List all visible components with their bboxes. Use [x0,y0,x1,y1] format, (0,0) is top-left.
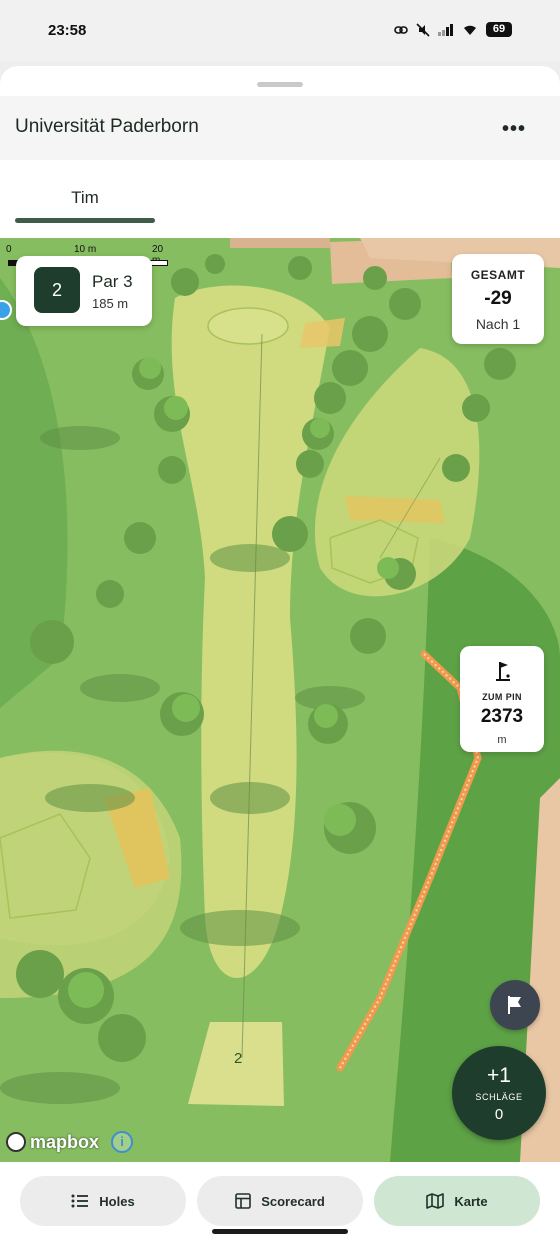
mapbox-wordmark: mapbox [30,1131,100,1152]
hole-par: Par 3 [92,272,133,291]
distance-to-pin-card: ZUM PIN 2373 m [460,646,544,752]
sheet-grabber[interactable] [257,82,303,87]
status-time: 23:58 [48,22,87,39]
course-title: Universität Paderborn [15,116,199,137]
strokes-count: 0 [494,1106,504,1123]
table-icon [235,1193,252,1209]
nav-holes-label: Holes [99,1193,135,1209]
course-map[interactable]: 0 10 m 2 0 m 2 Par 3 185 m GESAMT -29 Nac… [0,238,560,1162]
add-stroke-button[interactable]: +1 SCHLÄGE 0 [452,1046,546,1140]
total-sub: Nach 1 [475,316,521,332]
flag-icon [508,996,521,1014]
add-stroke-label: +1 [487,1064,511,1087]
map-icon [426,1193,445,1209]
bottom-navigation: Holes Scorecard Karte [0,1162,560,1247]
mapbox-attribution: mapbox i [6,1130,134,1154]
strokes-label: SCHLÄGE [475,1092,523,1102]
tee-marker: 2 [234,1050,243,1067]
scale-label-zero: 0 [6,244,12,255]
nav-map-label: Karte [454,1193,488,1209]
hole-number: 2 [34,267,80,313]
home-indicator [212,1229,348,1234]
more-options-button[interactable]: ••• [502,118,526,141]
pin-distance: 2373 [480,706,524,727]
nav-scorecard-label: Scorecard [261,1193,325,1209]
nav-holes-button[interactable]: Holes [20,1176,186,1226]
hole-distance: 185 m [92,296,129,311]
battery-indicator: 69 [486,22,512,37]
signal-icon [438,23,453,36]
mute-icon [416,22,430,37]
tab-player[interactable]: Tim [15,188,155,208]
status-bar: 23:58 69 [0,0,560,62]
link-icon [394,25,408,34]
tab-indicator [15,218,155,223]
info-icon[interactable]: i [111,1131,134,1153]
total-value: -29 [484,288,512,309]
nav-map-button[interactable]: Karte [374,1176,540,1226]
course-header: Universität Paderborn ••• [0,96,560,160]
nav-scorecard-button[interactable]: Scorecard [197,1176,363,1226]
pin-unit: m [497,734,507,746]
hole-info-card[interactable]: 2 Par 3 185 m [16,256,152,326]
status-icons: 69 [394,22,512,37]
pin-flag-icon [496,662,510,681]
total-label: GESAMT [470,268,526,282]
list-icon [71,1194,89,1208]
scale-label-mid: 10 m [74,244,97,255]
wifi-icon [464,25,476,35]
pin-label: ZUM PIN [482,692,522,702]
total-score-card: GESAMT -29 Nach 1 [452,254,544,344]
player-tabs: Tim [0,160,560,238]
mapbox-logo-icon [6,1132,26,1152]
flag-button[interactable] [490,980,540,1030]
